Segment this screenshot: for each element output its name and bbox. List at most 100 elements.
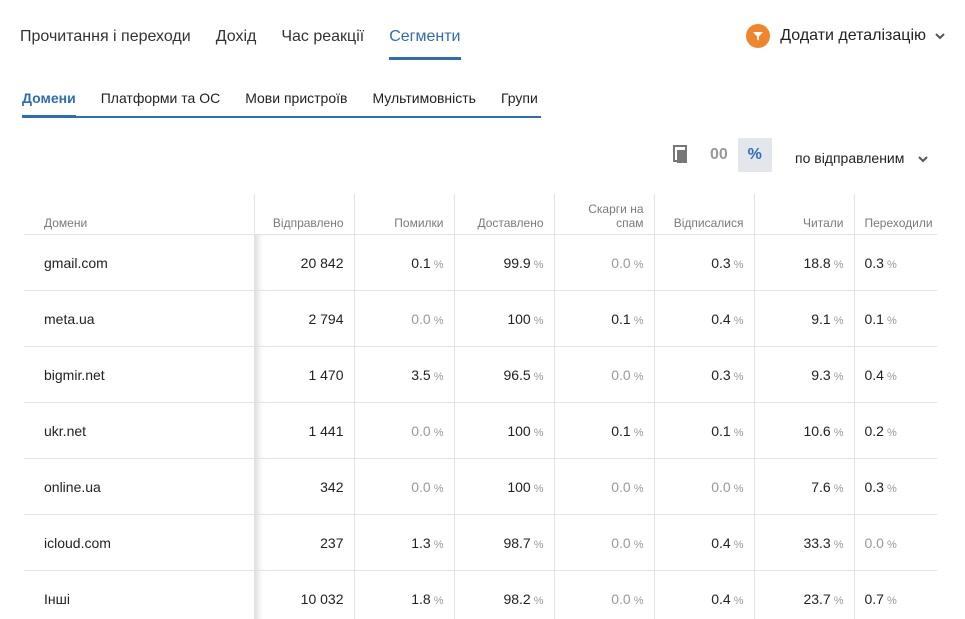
subtab-multilanguage[interactable]: Мультимовність — [372, 90, 476, 116]
percent-sign: % — [733, 482, 744, 495]
percent-value: 96.5 — [503, 366, 531, 383]
percent-sign: % — [533, 370, 544, 383]
domain-cell: online.ua — [24, 458, 254, 515]
percent-mode-button[interactable]: % — [737, 138, 772, 172]
subtab-device-languages[interactable]: Мови пристроїв — [245, 90, 347, 116]
subtab-platforms[interactable]: Платформи та ОС — [101, 90, 220, 116]
percent-value: 0.2 — [864, 422, 884, 439]
percent-sign: % — [886, 314, 897, 327]
percent-sign: % — [533, 258, 544, 271]
percent-value: 0.1 — [411, 254, 431, 271]
percent-value: 98.7 — [503, 534, 531, 551]
percent-cell: 0.1% — [353, 234, 454, 291]
percent-sign: % — [733, 370, 744, 383]
percent-sign: % — [633, 482, 644, 495]
chevron-down-icon — [918, 150, 929, 166]
percent-cell: 0.0% — [353, 402, 454, 459]
table-row: icloud.com 237 1.3% 98.7% 0.0% 0.4% 33.3% 0.0% — [24, 514, 937, 571]
percent-value: 0.1 — [864, 310, 884, 327]
percent-cell: 98.2% — [453, 570, 554, 619]
percent-sign: % — [886, 594, 897, 607]
percent-cell: 18.8% — [753, 234, 854, 291]
percent-value: 0.1 — [611, 422, 631, 439]
percent-value: 0.7 — [864, 590, 884, 607]
add-detail-button[interactable]: Додати деталізацію — [746, 24, 945, 48]
percent-value: 0.0 — [611, 366, 631, 383]
sub-tabs: Домени Платформи та ОС Мови пристроїв Му… — [22, 90, 541, 118]
percent-sign: % — [833, 370, 844, 383]
percent-cell: 7.6% — [753, 458, 854, 515]
header-spam[interactable]: Скарги на спам — [553, 194, 654, 235]
sent-cell: 20 842 — [253, 234, 354, 291]
chevron-down-icon — [935, 27, 945, 45]
percent-sign: % — [633, 258, 644, 271]
percent-value: 0.3 — [711, 254, 731, 271]
domain-cell: icloud.com — [24, 514, 254, 571]
percent-value: 99.9 — [503, 254, 531, 271]
percent-sign: % — [633, 538, 644, 551]
percent-cell: 23.7% — [753, 570, 854, 619]
absolute-mode-button[interactable]: 00 — [704, 138, 734, 172]
header-domains[interactable]: Домени — [24, 194, 254, 235]
percent-cell: 1.3% — [353, 514, 454, 571]
percent-sign: % — [833, 314, 844, 327]
percent-cell: 10.6% — [753, 402, 854, 459]
sort-select[interactable]: по відправленим — [795, 150, 929, 166]
percent-value: 1.8 — [411, 590, 431, 607]
tab-reads-clicks[interactable]: Прочитання і переходи — [20, 28, 191, 60]
sort-select-label: по відправленим — [795, 150, 905, 166]
header-read[interactable]: Читали — [753, 194, 854, 235]
percent-value: 1.3 — [411, 534, 431, 551]
percent-cell: 100% — [453, 290, 554, 347]
subtab-groups[interactable]: Групи — [501, 90, 538, 116]
table-row: online.ua 342 0.0% 100% 0.0% 0.0% 7.6% 0.3% — [24, 458, 937, 515]
percent-cell: 0.3% — [653, 346, 754, 403]
percent-sign: % — [433, 482, 444, 495]
percent-value: 0.4 — [711, 590, 731, 607]
domain-cell: Інші — [24, 570, 254, 619]
percent-cell: 99.9% — [453, 234, 554, 291]
header-unsubscribed[interactable]: Відписалися — [653, 194, 754, 235]
percent-sign: % — [833, 258, 844, 271]
header-clicked[interactable]: Переходили — [853, 194, 937, 235]
table-row: ukr.net 1 441 0.0% 100% 0.1% 0.1% 10.6% 0.2% — [24, 402, 937, 459]
header-sent[interactable]: Відправлено — [253, 194, 354, 235]
percent-cell: 0.0% — [553, 234, 654, 291]
tab-segments[interactable]: Сегменти — [389, 28, 461, 60]
percent-sign: % — [833, 594, 844, 607]
percent-value: 100 — [507, 478, 531, 495]
header-delivered[interactable]: Доставлено — [453, 194, 554, 235]
percent-value: 0.0 — [611, 254, 631, 271]
percent-value: 0.0 — [864, 534, 884, 551]
percent-sign: % — [433, 370, 444, 383]
percent-cell: 98.7% — [453, 514, 554, 571]
percent-value: 18.8 — [803, 254, 831, 271]
percent-value: 0.4 — [864, 366, 884, 383]
copy-icon[interactable] — [670, 145, 688, 165]
header-errors[interactable]: Помилки — [353, 194, 454, 235]
percent-sign: % — [633, 314, 644, 327]
percent-sign: % — [533, 538, 544, 551]
sent-cell: 1 441 — [253, 402, 354, 459]
percent-cell: 0.1% — [853, 290, 937, 347]
percent-cell: 0.1% — [553, 402, 654, 459]
percent-value: 3.5 — [411, 366, 431, 383]
percent-cell: 33.3% — [753, 514, 854, 571]
percent-cell: 0.3% — [853, 458, 937, 515]
subtab-domains[interactable]: Домени — [22, 90, 76, 118]
percent-value: 100 — [507, 310, 531, 327]
tab-revenue[interactable]: Дохід — [216, 28, 257, 60]
percent-sign: % — [533, 426, 544, 439]
percent-cell: 0.0% — [353, 290, 454, 347]
percent-sign: % — [733, 426, 744, 439]
percent-sign: % — [886, 426, 897, 439]
percent-value: 0.3 — [711, 366, 731, 383]
tab-reaction-time[interactable]: Час реакції — [281, 28, 364, 60]
percent-cell: 0.4% — [653, 290, 754, 347]
percent-value: 0.3 — [864, 254, 884, 271]
domain-cell: bigmir.net — [24, 346, 254, 403]
percent-value: 0.3 — [864, 478, 884, 495]
percent-cell: 100% — [453, 402, 554, 459]
percent-cell: 0.0% — [553, 514, 654, 571]
percent-value: 100 — [507, 422, 531, 439]
